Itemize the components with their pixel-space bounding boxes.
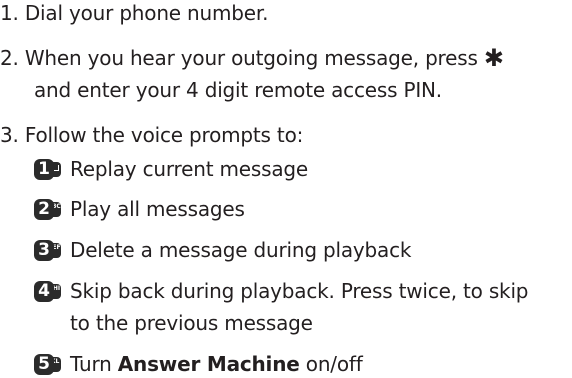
- option-4-continuation: to the previous message: [70, 311, 313, 335]
- step-3-text: Follow the voice prompts to:: [24, 123, 304, 147]
- step-2-text: When you hear your outgoing message, pre…: [24, 46, 478, 70]
- key-5-digit: 5: [34, 354, 54, 375]
- option-5-text-prefix: Turn: [70, 352, 112, 376]
- star-key-icon: ✱: [483, 44, 504, 72]
- step-2-continuation-text: and enter your 4 digit remote access PIN…: [34, 78, 442, 102]
- key-2-digit: 2: [34, 199, 54, 220]
- key-5-icon: JKL 5: [34, 354, 64, 375]
- option-2-text: Play all messages: [70, 197, 245, 221]
- key-1-digit: 1: [34, 159, 54, 180]
- key-4-icon: GHI 4: [34, 281, 64, 302]
- step-1: 1. Dial your phone number.: [0, 0, 268, 27]
- key-3-icon: DEF 3: [34, 240, 64, 261]
- option-5-text-suffix: on/off: [305, 352, 363, 376]
- key-4-digit: 4: [34, 281, 54, 302]
- step-3: 3. Follow the voice prompts to:: [0, 121, 303, 149]
- option-5-text: Turn Answer Machine on/off: [70, 350, 363, 378]
- step-1-text: Dial your phone number.: [24, 1, 269, 25]
- step-2-continuation: and enter your 4 digit remote access PIN…: [34, 76, 442, 104]
- step-2: 2. When you hear your outgoing message, …: [0, 44, 504, 72]
- step-3-number: 3.: [0, 123, 19, 147]
- option-3-text: Delete a message during playback: [70, 238, 412, 262]
- option-1-text: Replay current message: [70, 157, 308, 181]
- remote-access-instructions: 1. Dial your phone number. 2. When you h…: [0, 0, 572, 378]
- key-1-icon: 1: [34, 159, 64, 180]
- step-2-number: 2.: [0, 46, 19, 70]
- step-1-number: 1.: [0, 1, 19, 25]
- key-2-icon: ABC 2: [34, 199, 64, 220]
- option-4-text: Skip back during playback. Press twice, …: [70, 279, 529, 303]
- key-3-digit: 3: [34, 240, 54, 261]
- answer-machine-label: Answer Machine: [117, 352, 300, 376]
